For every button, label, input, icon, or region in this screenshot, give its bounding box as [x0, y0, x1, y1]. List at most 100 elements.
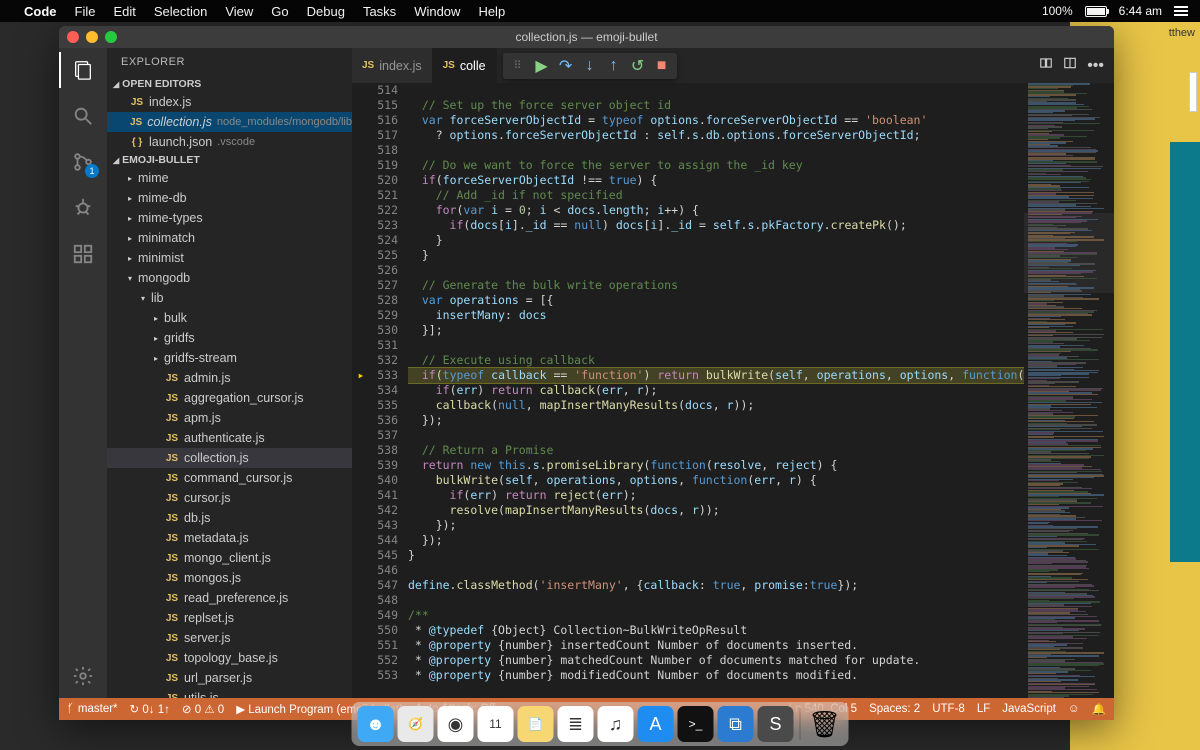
file-item[interactable]: JSmetadata.js: [107, 528, 352, 548]
line-number[interactable]: 549: [370, 608, 398, 623]
line-number[interactable]: 522: [370, 203, 398, 218]
code-line[interactable]: /**: [408, 608, 1024, 623]
code-line[interactable]: ? options.forceServerObjectId : self.s.d…: [408, 128, 1024, 143]
editor-tab[interactable]: JScolle: [433, 48, 497, 83]
code-line[interactable]: // Do we want to force the server to ass…: [408, 158, 1024, 173]
file-item[interactable]: JSadmin.js: [107, 368, 352, 388]
folder-item[interactable]: ▸mime-types: [107, 208, 352, 228]
debug-step-out-button[interactable]: ↑: [603, 55, 625, 77]
line-number[interactable]: 531: [370, 338, 398, 353]
code-line[interactable]: }: [408, 548, 1024, 563]
line-number[interactable]: 514: [370, 83, 398, 98]
code-line[interactable]: if(docs[i]._id == null) docs[i]._id = se…: [408, 218, 1024, 233]
code-line[interactable]: var operations = [{: [408, 293, 1024, 308]
debug-toolbar[interactable]: ⠿ ▶ ↷ ↓ ↑ ↺ ■: [503, 53, 677, 79]
notifications-icon[interactable]: 🔔: [1092, 702, 1106, 716]
line-number[interactable]: 536: [370, 413, 398, 428]
code-line[interactable]: * @property {number} matchedCount Number…: [408, 653, 1024, 668]
dock-app-reminders[interactable]: ≣: [558, 706, 594, 742]
line-number[interactable]: 539: [370, 458, 398, 473]
folder-item[interactable]: ▸mime-db: [107, 188, 352, 208]
code-line[interactable]: * @property {number} modifiedCount Numbe…: [408, 668, 1024, 683]
open-editor-item[interactable]: { }launch.json.vscode: [107, 132, 352, 152]
language-mode[interactable]: JavaScript: [1002, 702, 1056, 716]
zoom-button[interactable]: [105, 31, 117, 43]
split-editor-icon[interactable]: [1063, 56, 1077, 75]
code-line[interactable]: if(typeof callback == 'function') return…: [408, 368, 1024, 383]
menu-selection[interactable]: Selection: [154, 4, 207, 19]
debug-step-into-button[interactable]: ↓: [579, 55, 601, 77]
open-editors-section[interactable]: ◢OPEN EDITORS: [107, 76, 352, 92]
window-titlebar[interactable]: collection.js — emoji-bullet: [59, 26, 1114, 48]
debug-continue-button[interactable]: ▶: [531, 55, 553, 77]
debug-step-over-button[interactable]: ↷: [555, 55, 577, 77]
code-line[interactable]: * @typedef {Object} Collection~BulkWrite…: [408, 623, 1024, 638]
code-line[interactable]: resolve(mapInsertManyResults(docs, r));: [408, 503, 1024, 518]
git-sync[interactable]: ↻ 0↓ 1↑: [130, 702, 170, 716]
file-item[interactable]: JSdb.js: [107, 508, 352, 528]
scm-icon[interactable]: 1: [71, 150, 95, 174]
line-number[interactable]: 521: [370, 188, 398, 203]
code-line[interactable]: callback(null, mapInsertManyResults(docs…: [408, 398, 1024, 413]
search-icon[interactable]: [71, 104, 95, 128]
line-number[interactable]: 552: [370, 653, 398, 668]
line-number[interactable]: 532: [370, 353, 398, 368]
line-number[interactable]: 548: [370, 593, 398, 608]
git-branch[interactable]: ᚶ master*: [67, 703, 118, 715]
debug-restart-button[interactable]: ↺: [627, 55, 649, 77]
menu-debug[interactable]: Debug: [307, 4, 345, 19]
code-line[interactable]: [408, 338, 1024, 353]
folder-item[interactable]: ▾lib: [107, 288, 352, 308]
open-editor-item[interactable]: JScollection.jsnode_modules/mongodb/lib: [107, 112, 352, 132]
file-item[interactable]: JSreplset.js: [107, 608, 352, 628]
code-line[interactable]: var forceServerObjectId = typeof options…: [408, 113, 1024, 128]
code-line[interactable]: if(err) return callback(err, r);: [408, 383, 1024, 398]
line-number[interactable]: 520: [370, 173, 398, 188]
dock-app-finder[interactable]: ☻: [358, 706, 394, 742]
folder-item[interactable]: ▸gridfs: [107, 328, 352, 348]
folder-item[interactable]: ▸minimatch: [107, 228, 352, 248]
dock-app-terminal[interactable]: >_: [678, 706, 714, 742]
line-number[interactable]: 547: [370, 578, 398, 593]
line-number[interactable]: 546: [370, 563, 398, 578]
line-number[interactable]: 533: [370, 368, 398, 383]
line-number[interactable]: 518: [370, 143, 398, 158]
line-number[interactable]: 534: [370, 383, 398, 398]
debug-grip-icon[interactable]: ⠿: [507, 55, 529, 77]
open-editor-item[interactable]: JSindex.js: [107, 92, 352, 112]
dock-app-appstore[interactable]: A: [638, 706, 674, 742]
code-line[interactable]: });: [408, 413, 1024, 428]
settings-icon[interactable]: [71, 664, 95, 688]
line-number[interactable]: 543: [370, 518, 398, 533]
folder-item[interactable]: ▸gridfs-stream: [107, 348, 352, 368]
code-line[interactable]: // Add _id if not specified: [408, 188, 1024, 203]
debug-icon[interactable]: [71, 196, 95, 220]
line-number[interactable]: 553: [370, 668, 398, 683]
line-number[interactable]: 540: [370, 473, 398, 488]
line-number[interactable]: 517: [370, 128, 398, 143]
encoding[interactable]: UTF-8: [932, 702, 965, 716]
line-number[interactable]: 523: [370, 218, 398, 233]
menu-extra-icon[interactable]: [1174, 6, 1188, 16]
folder-item[interactable]: ▸bulk: [107, 308, 352, 328]
line-number[interactable]: 525: [370, 248, 398, 263]
file-item[interactable]: JSapm.js: [107, 408, 352, 428]
file-item[interactable]: JSread_preference.js: [107, 588, 352, 608]
menu-view[interactable]: View: [225, 4, 253, 19]
app-name[interactable]: Code: [24, 4, 57, 19]
line-number[interactable]: 551: [370, 638, 398, 653]
line-number[interactable]: 538: [370, 443, 398, 458]
line-number[interactable]: 529: [370, 308, 398, 323]
file-item[interactable]: JScollection.js: [107, 448, 352, 468]
eol[interactable]: LF: [977, 702, 990, 716]
line-number[interactable]: 515: [370, 98, 398, 113]
menu-window[interactable]: Window: [414, 4, 460, 19]
file-item[interactable]: JSauthenticate.js: [107, 428, 352, 448]
line-number[interactable]: 526: [370, 263, 398, 278]
line-number[interactable]: 530: [370, 323, 398, 338]
code-line[interactable]: return new this.s.promiseLibrary(functio…: [408, 458, 1024, 473]
folder-item[interactable]: ▸mime: [107, 168, 352, 188]
dock-app-sublime[interactable]: S: [758, 706, 794, 742]
file-item[interactable]: JScursor.js: [107, 488, 352, 508]
code-line[interactable]: [408, 143, 1024, 158]
